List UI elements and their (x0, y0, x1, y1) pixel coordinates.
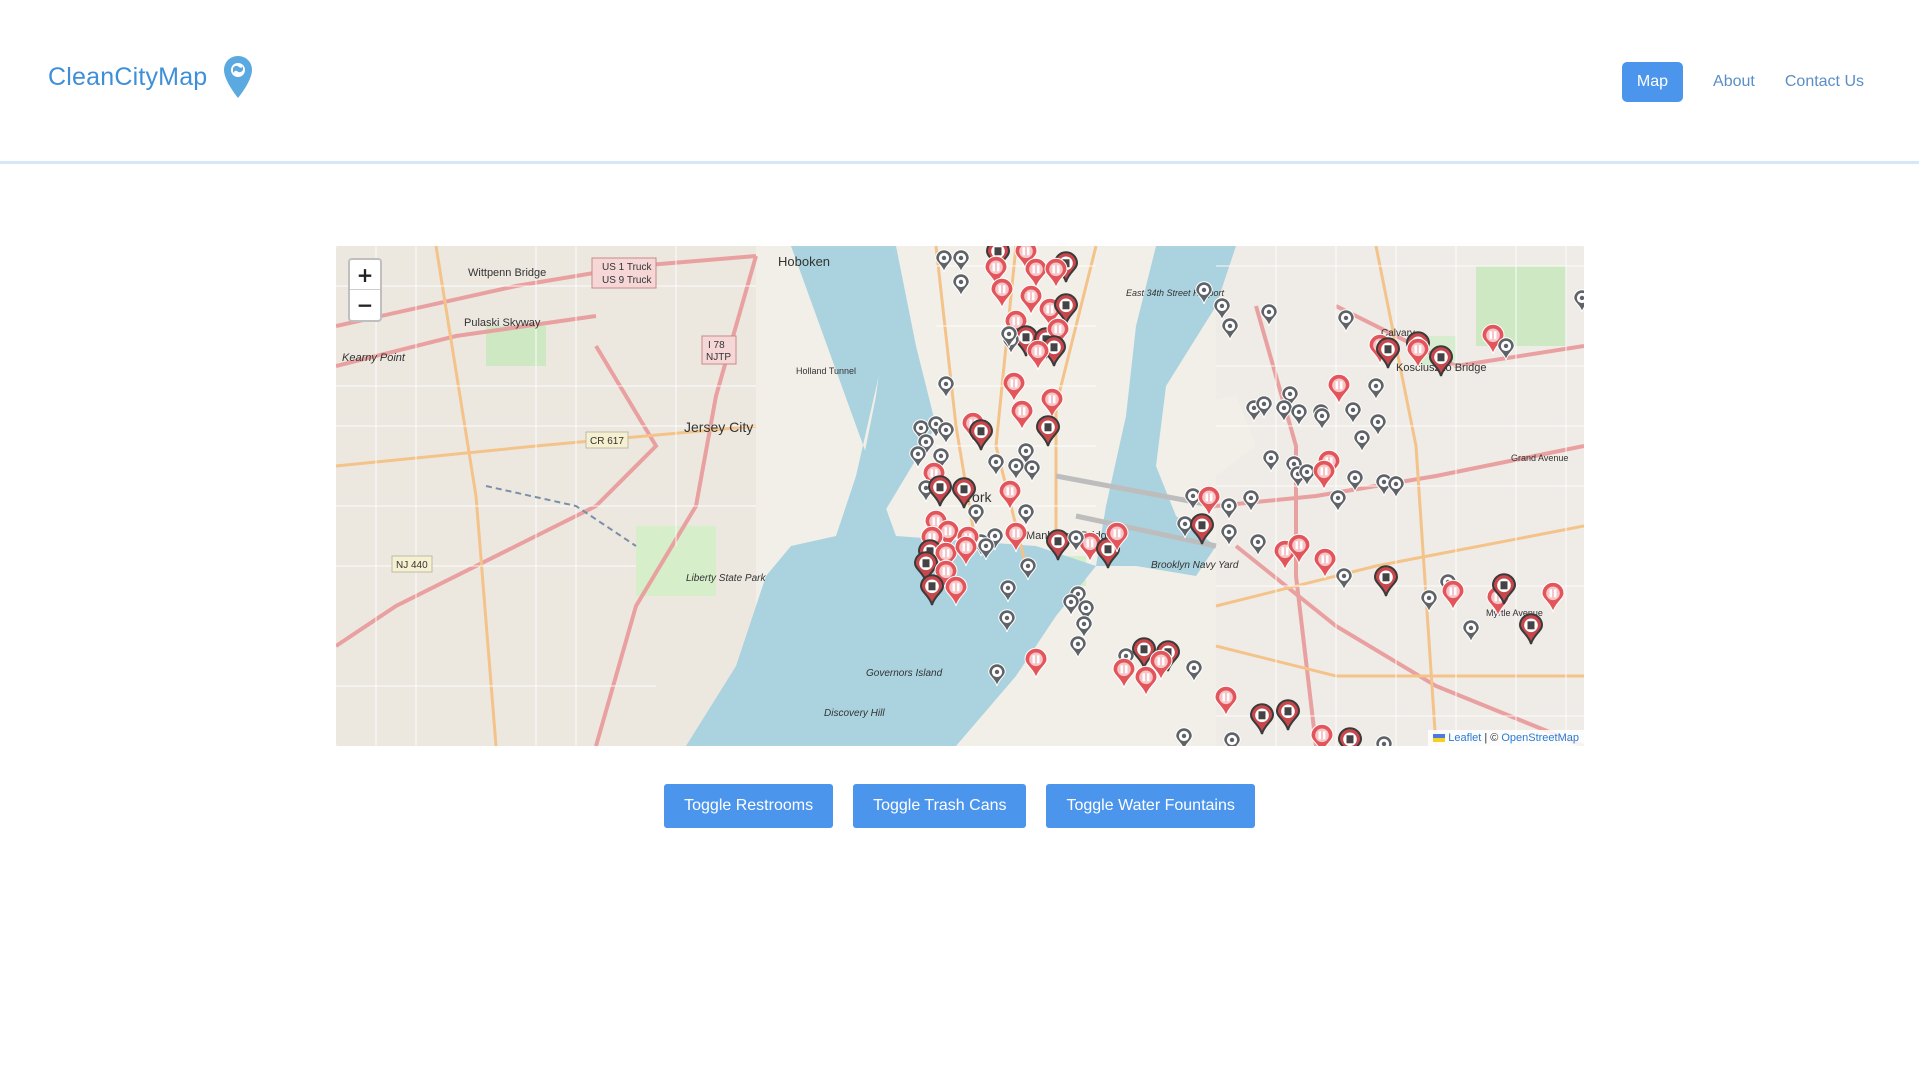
zoom-out-button[interactable]: − (350, 289, 380, 319)
toggle-trash-cans-button[interactable]: Toggle Trash Cans (853, 784, 1027, 828)
label-pulaski: Pulaski Skyway (464, 317, 541, 329)
layer-controls: Toggle Restrooms Toggle Trash Cans Toggl… (0, 784, 1919, 828)
nav-about[interactable]: About (1713, 73, 1755, 91)
brand-name[interactable]: CleanCityMap (48, 63, 207, 92)
shield-cr617: CR 617 (590, 436, 624, 447)
ukraine-flag-icon (1433, 734, 1446, 742)
water-fountain-marker-icon[interactable] (1223, 731, 1241, 746)
map-attribution: Leaflet | © OpenStreetMap (1428, 730, 1584, 746)
shield-njtp: NJTP (706, 352, 731, 363)
shield-nj440: NJ 440 (396, 560, 428, 571)
leaflet-link[interactable]: Leaflet (1448, 732, 1481, 744)
label-kearny: Kearny Point (342, 352, 406, 364)
trash-can-marker-icon[interactable] (1337, 727, 1363, 746)
label-discovery: Discovery Hill (824, 708, 885, 719)
label-hoboken: Hoboken (778, 254, 830, 269)
label-grand: Grand Avenue (1511, 453, 1568, 463)
map-pin-icon (223, 55, 253, 99)
nav-contact-us[interactable]: Contact Us (1785, 73, 1864, 91)
map-tiles[interactable]: Hoboken Jersey City York Manhattan Bridg… (336, 246, 1584, 746)
toggle-water-fountains-button[interactable]: Toggle Water Fountains (1046, 784, 1255, 828)
brand[interactable]: CleanCityMap (48, 55, 253, 99)
openstreetmap-link[interactable]: OpenStreetMap (1501, 732, 1579, 744)
attribution-separator: | © (1484, 732, 1499, 744)
label-liberty-park: Liberty State Park (686, 573, 766, 584)
zoom-in-button[interactable]: + (350, 260, 380, 289)
main-nav: Map About Contact Us (1621, 62, 1864, 102)
shield-i78: I 78 (708, 340, 725, 351)
nav-map[interactable]: Map (1621, 62, 1684, 102)
label-wittpenn: Wittpenn Bridge (468, 267, 546, 279)
map-view[interactable]: Hoboken Jersey City York Manhattan Bridg… (336, 246, 1584, 746)
label-jersey-city: Jersey City (684, 419, 753, 435)
shield-us1: US 1 Truck (602, 262, 652, 273)
zoom-control: + − (348, 258, 382, 322)
label-governors: Governors Island (866, 668, 943, 679)
site-header: CleanCityMap Map About Contact Us (0, 0, 1919, 164)
label-brooklyn-navy: Brooklyn Navy Yard (1151, 560, 1239, 571)
toggle-restrooms-button[interactable]: Toggle Restrooms (664, 784, 834, 828)
shield-us9: US 9 Truck (602, 275, 652, 286)
label-holland: Holland Tunnel (796, 366, 856, 376)
